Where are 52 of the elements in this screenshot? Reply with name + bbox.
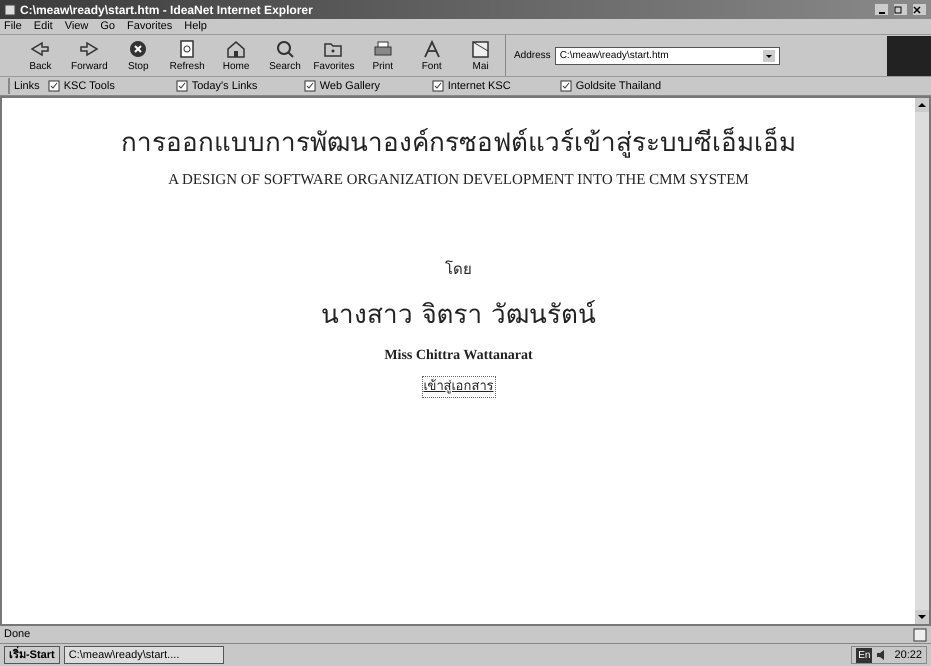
link-button[interactable]: Web Gallery <box>304 78 432 94</box>
toolbar-button[interactable]: Print <box>358 36 408 76</box>
link-page-icon <box>560 80 572 92</box>
link-button[interactable]: Goldsite Thailand <box>560 78 688 94</box>
dropdown-icon[interactable] <box>762 50 775 62</box>
menu-item[interactable]: Go <box>100 18 116 35</box>
start-button[interactable]: เริ่ม-Start <box>4 646 60 664</box>
language-indicator[interactable]: En <box>856 648 872 662</box>
toolbar-button[interactable]: Forward <box>64 36 114 76</box>
toolbar-button[interactable]: Font <box>407 36 456 76</box>
status-text: Done <box>4 627 32 642</box>
close-button[interactable] <box>912 3 927 16</box>
link-page-icon <box>176 80 188 92</box>
link-button[interactable]: KSC Tools <box>48 78 176 94</box>
scroll-down-icon[interactable] <box>915 610 929 624</box>
link-button[interactable]: Internet KSC <box>432 78 560 94</box>
page-heading: การออกแบบการพัฒนาองค์กรซอฟต์แวร์เข้าสู่ระบบซีเอ็มเอ็ม <box>121 126 796 160</box>
taskbar-button[interactable]: C:\meaw\ready\start.... <box>64 646 224 664</box>
toolbar-button[interactable]: Stop <box>114 36 163 76</box>
toolbar-button[interactable]: Refresh <box>162 36 212 76</box>
link-page-icon <box>432 80 444 92</box>
close-icon <box>913 6 921 14</box>
link-page-icon <box>48 80 60 92</box>
maximize-button[interactable] <box>893 3 908 16</box>
minimize-button[interactable] <box>874 3 889 16</box>
toolbar-button[interactable]: Favorites <box>309 36 358 76</box>
window-icon <box>4 4 16 16</box>
maximize-icon <box>894 6 902 14</box>
scroll-up-icon[interactable] <box>915 98 929 112</box>
toolbar-button[interactable]: Mai <box>456 36 505 76</box>
address-label: Address <box>514 49 551 63</box>
clock: 20:22 <box>894 648 922 663</box>
author-name-english: Miss Chittra Wattanarat <box>384 347 533 365</box>
address-field[interactable]: C:\meaw\ready\start.htm <box>554 46 780 64</box>
window-title: C:\meaw\ready\start.htm - IdeaNet Internet Explorer <box>20 2 314 18</box>
menu-item[interactable]: Help <box>184 18 207 35</box>
menu-item[interactable]: Favorites <box>127 18 172 35</box>
computer-zone-icon <box>913 628 927 642</box>
links-label: Links <box>8 78 40 94</box>
document-link[interactable]: เข้าสู่เอกสาร <box>422 376 496 398</box>
author-name: นางสาว จิตรา วัฒนรัตน์ <box>321 299 596 332</box>
by-text: โดย <box>445 258 472 280</box>
toolbar-button[interactable]: Home <box>212 36 261 76</box>
link-button[interactable]: Today's Links <box>176 78 304 94</box>
menu-item[interactable]: Edit <box>34 18 53 35</box>
menu-item[interactable]: File <box>4 18 22 35</box>
minimize-icon <box>878 12 884 14</box>
link-page-icon <box>304 80 316 92</box>
menu-item[interactable]: View <box>64 18 88 35</box>
toolbar-button[interactable]: Back <box>16 36 65 76</box>
toolbar-button[interactable]: Search <box>260 36 310 76</box>
page-subtitle: A DESIGN OF SOFTWARE ORGANIZATION DEVELOPMENT INTO THE CMM SYSTEM <box>168 171 749 190</box>
